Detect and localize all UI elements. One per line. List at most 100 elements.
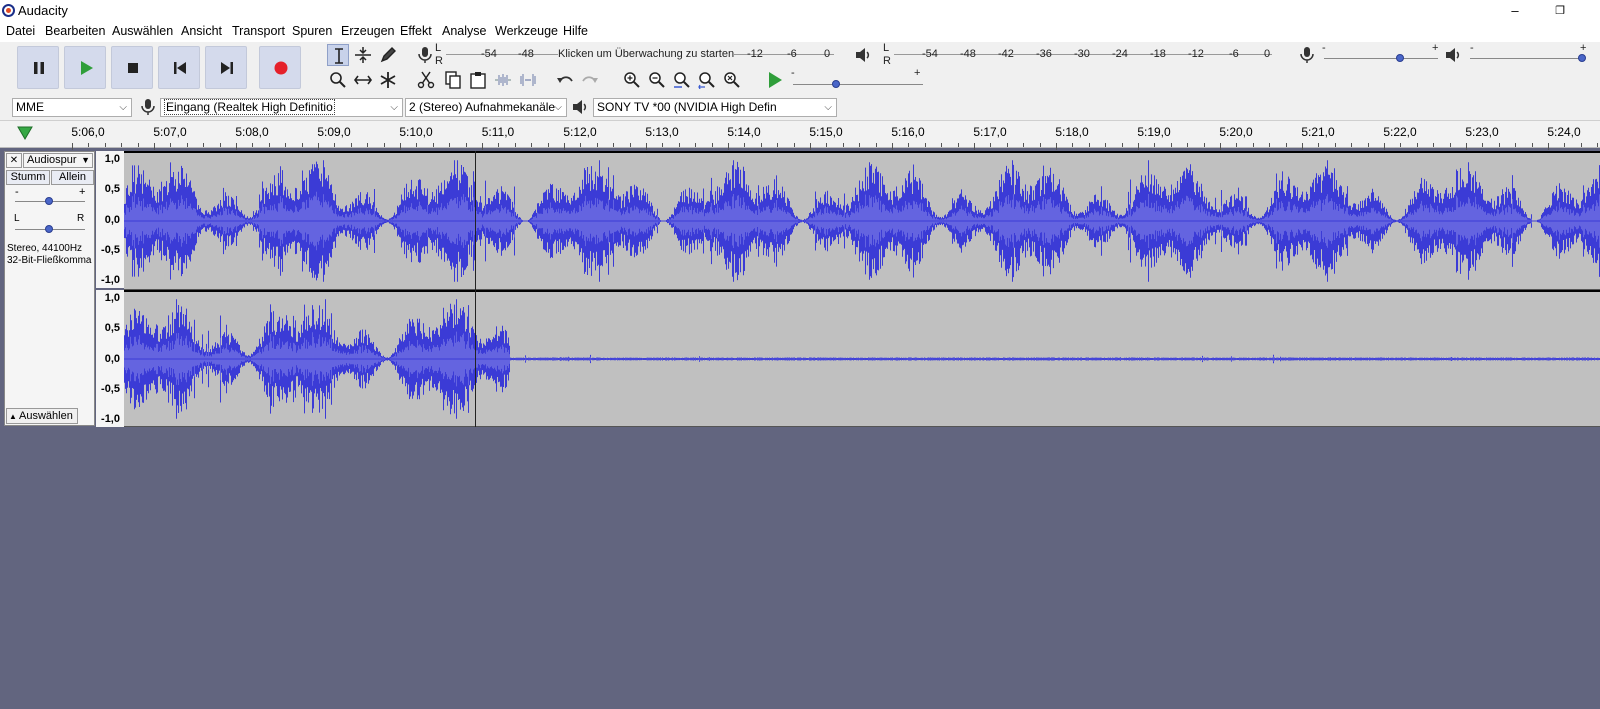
channels-select[interactable]: 2 (Stereo) Aufnahmekanäle ⌵ [405, 98, 567, 117]
zoom-tool[interactable] [327, 69, 349, 91]
menu-effekt[interactable]: Effekt [400, 24, 432, 38]
rec-meter-prompt[interactable]: Klicken um Überwachung zu starten [558, 48, 735, 60]
play-volume-knob[interactable] [1578, 54, 1586, 62]
play-tick: -36 [1036, 48, 1052, 60]
window-title: Audacity [18, 3, 68, 18]
record-meter-button[interactable] [414, 44, 436, 66]
silence-button[interactable] [517, 69, 539, 91]
time-shift-tool[interactable] [352, 69, 374, 91]
timeline-tick [777, 143, 779, 147]
solo-button[interactable]: Allein [51, 170, 94, 185]
timeline-tick [482, 143, 483, 150]
multi-tool[interactable] [377, 69, 399, 91]
timeline-tick-label: 5:07,0 [153, 125, 187, 139]
rec-volume-slider[interactable] [1324, 58, 1438, 59]
selection-tool[interactable] [327, 44, 349, 66]
timeline-tick [1597, 143, 1599, 147]
menu-bearbeiten[interactable]: Bearbeiten [45, 24, 105, 38]
timeline-tick [252, 143, 254, 147]
menu-spuren[interactable]: Spuren [292, 24, 332, 38]
input-device-select[interactable]: Eingang (Realtek High Definitio ⌵ [160, 98, 403, 117]
gain-knob[interactable] [45, 197, 53, 205]
stop-button[interactable] [111, 46, 153, 89]
timeline-tick-label: 5:23,0 [1465, 125, 1499, 139]
timeline-tick [1482, 143, 1484, 147]
track-name-menu[interactable]: Audiospur ▼ [23, 153, 93, 168]
scale-label: 1,0 [104, 292, 120, 304]
chevron-down-icon: ⌵ [119, 102, 127, 113]
pencil-icon [380, 47, 396, 63]
rec-volume-knob[interactable] [1396, 54, 1404, 62]
track-info: Stereo, 44100Hz 32-Bit-Fließkomma [7, 243, 91, 267]
audio-host-select[interactable]: MME ⌵ [12, 98, 132, 117]
minimize-button[interactable]: – [1500, 2, 1530, 20]
menu-auswaehlen[interactable]: Auswählen [112, 24, 173, 38]
menu-ansicht[interactable]: Ansicht [181, 24, 222, 38]
speaker-icon [1446, 48, 1460, 62]
timeline-tick [72, 143, 73, 150]
timeline-tick [1121, 143, 1123, 147]
menu-datei[interactable]: Datei [6, 24, 35, 38]
play-speed-knob[interactable] [832, 80, 840, 88]
rec-volume-minus: - [1322, 42, 1326, 54]
waveform-channel-right[interactable] [124, 290, 1600, 427]
draw-tool[interactable] [377, 44, 399, 66]
play-at-speed-button[interactable] [764, 69, 786, 91]
play-tick: -18 [1150, 48, 1166, 60]
play-tick: -42 [998, 48, 1014, 60]
zoom-toggle-button[interactable] [721, 69, 743, 91]
pan-left-label: L [14, 213, 20, 224]
pause-button[interactable] [17, 46, 59, 89]
restore-button[interactable]: ❐ [1545, 2, 1575, 20]
pan-knob[interactable] [45, 225, 53, 233]
scissors-icon [417, 71, 435, 89]
zoom-out-button[interactable] [646, 69, 668, 91]
scale-label: -0,5 [101, 382, 120, 395]
fit-selection-button[interactable] [671, 69, 693, 91]
trim-button[interactable] [492, 69, 514, 91]
timeline-tick [957, 143, 959, 147]
menu-werkzeuge[interactable]: Werkzeuge [495, 24, 558, 38]
menu-erzeugen[interactable]: Erzeugen [341, 24, 395, 38]
play-button[interactable] [64, 46, 106, 89]
double-arrow-icon [354, 75, 372, 85]
timeline-tick [1531, 143, 1533, 147]
play-meter-button[interactable] [852, 44, 874, 66]
menu-analyse[interactable]: Analyse [442, 24, 486, 38]
menu-hilfe[interactable]: Hilfe [563, 24, 588, 38]
timeline-tick-label: 5:21,0 [1301, 125, 1335, 139]
zoom-in-button[interactable] [621, 69, 643, 91]
skip-start-button[interactable] [158, 46, 200, 89]
timeline-tick [941, 143, 943, 147]
timeline-tick [1580, 143, 1582, 147]
output-device-select[interactable]: SONY TV *00 (NVIDIA High Defin ⌵ [593, 98, 837, 117]
track-close-button[interactable]: ✕ [6, 153, 22, 168]
timeline-tick [1433, 143, 1435, 147]
track-select-button[interactable]: ▲ Auswählen [6, 408, 78, 424]
mute-button[interactable]: Stumm [6, 170, 50, 185]
timeline-tick [547, 143, 549, 147]
timeline-tick [1023, 143, 1025, 147]
paste-button[interactable] [467, 69, 489, 91]
microphone-icon [418, 47, 432, 63]
play-speed-slider[interactable] [793, 84, 923, 85]
timeline-tick-label: 5:12,0 [563, 125, 597, 139]
redo-button[interactable] [579, 69, 601, 91]
timeline-tick [1236, 143, 1238, 147]
timeline-tick [1269, 143, 1271, 147]
timeline-tick [268, 143, 270, 147]
timeline-tick [924, 143, 926, 147]
copy-button[interactable] [442, 69, 464, 91]
menu-transport[interactable]: Transport [232, 24, 285, 38]
play-volume-slider[interactable] [1470, 58, 1584, 59]
waveform-channel-left[interactable] [124, 151, 1600, 290]
skip-end-button[interactable] [205, 46, 247, 89]
gain-plus: + [79, 186, 86, 198]
timeline-options-icon[interactable] [17, 126, 33, 140]
fit-project-button[interactable] [696, 69, 718, 91]
envelope-tool[interactable] [352, 44, 374, 66]
record-button[interactable] [259, 46, 301, 89]
cut-button[interactable] [415, 69, 437, 91]
chevron-down-icon: ⌵ [554, 102, 562, 113]
undo-button[interactable] [554, 69, 576, 91]
